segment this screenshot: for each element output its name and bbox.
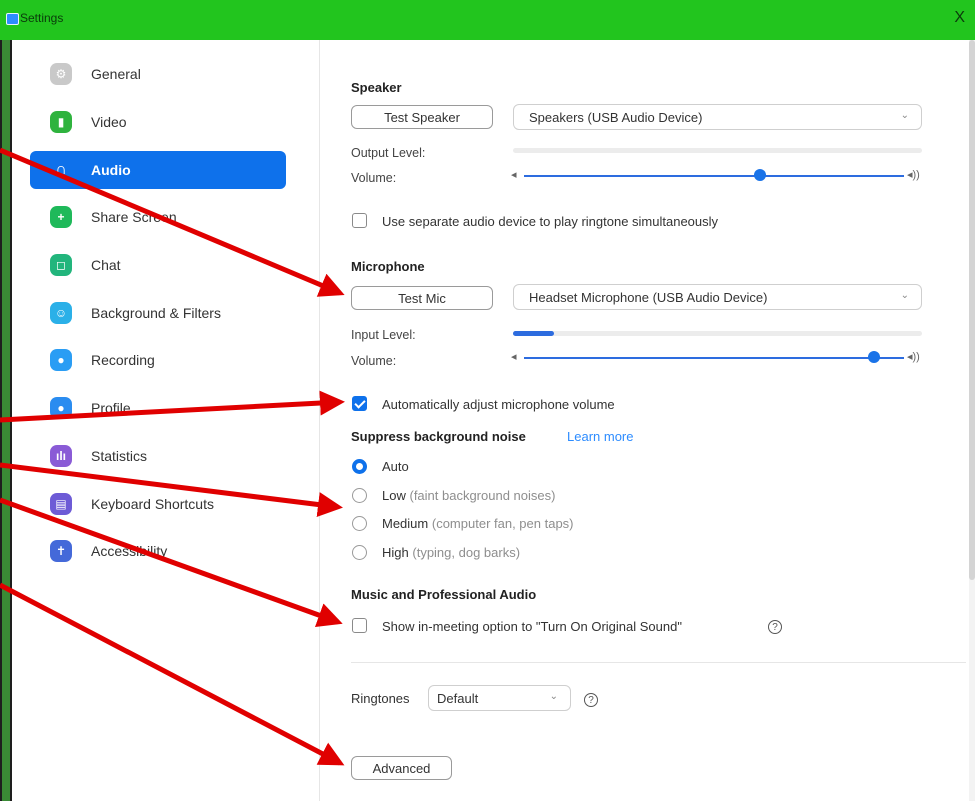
sidebar-item-label: Accessibility <box>91 543 168 559</box>
help-icon[interactable]: ? <box>768 620 782 634</box>
noise-option-hint: (faint background noises) <box>409 488 556 503</box>
record-icon: ● <box>50 349 72 371</box>
sidebar-item-accessibility[interactable]: ✝ Accessibility <box>30 532 286 570</box>
noise-option-auto-label: Auto <box>382 459 409 474</box>
help-icon[interactable]: ? <box>584 693 598 707</box>
volume-high-icon: ◂)) <box>907 169 920 181</box>
accessibility-icon: ✝ <box>50 540 72 562</box>
sidebar-item-keyboard-shortcuts[interactable]: ▤ Keyboard Shortcuts <box>30 485 286 523</box>
noise-option-high-radio[interactable] <box>352 545 367 560</box>
music-section-title: Music and Professional Audio <box>351 587 537 602</box>
speaker-section-title: Speaker <box>351 80 402 95</box>
speaker-device-select[interactable]: Speakers (USB Audio Device) ⌄ <box>513 104 922 130</box>
window-frame-edge <box>2 40 10 801</box>
test-mic-button[interactable]: Test Mic <box>351 286 493 310</box>
noise-suppression-title: Suppress background noise <box>351 429 526 444</box>
sidebar-item-label: Background & Filters <box>91 305 221 321</box>
background-icon: ☺ <box>50 302 72 324</box>
chevron-down-icon: ⌄ <box>900 110 909 121</box>
original-sound-label: Show in-meeting option to "Turn On Origi… <box>382 619 682 634</box>
ringtones-label: Ringtones <box>351 691 410 706</box>
sidebar-item-share-screen[interactable]: + Share Screen <box>30 198 286 236</box>
title-bar: Settings X <box>0 0 975 40</box>
speaker-volume-label: Volume: <box>351 171 397 185</box>
microphone-device-value: Headset Microphone (USB Audio Device) <box>529 289 768 305</box>
sidebar-item-chat[interactable]: ◻ Chat <box>30 246 286 284</box>
keyboard-icon: ▤ <box>50 493 72 515</box>
learn-more-link[interactable]: Learn more <box>567 429 633 444</box>
sidebar-item-label: Chat <box>91 257 121 273</box>
noise-option-hint: (typing, dog barks) <box>412 545 521 560</box>
video-camera-icon: ▮ <box>50 111 72 133</box>
app-icon <box>6 13 19 25</box>
volume-high-icon: ◂)) <box>907 351 920 363</box>
advanced-button[interactable]: Advanced <box>351 756 452 780</box>
sidebar-divider <box>319 40 320 801</box>
noise-option-name: High <box>382 545 409 560</box>
original-sound-checkbox[interactable] <box>352 618 367 633</box>
sidebar-item-video[interactable]: ▮ Video <box>30 103 286 141</box>
speaker-volume-thumb[interactable] <box>753 169 766 181</box>
statistics-icon: ılı <box>50 445 72 467</box>
sidebar-item-label: Keyboard Shortcuts <box>91 496 214 512</box>
microphone-device-select[interactable]: Headset Microphone (USB Audio Device) ⌄ <box>513 284 922 310</box>
noise-option-name: Low <box>382 488 406 503</box>
output-level-label: Output Level: <box>351 146 426 160</box>
noise-option-auto-radio[interactable] <box>352 459 367 474</box>
test-speaker-button[interactable]: Test Speaker <box>351 105 493 129</box>
noise-option-high-label: High (typing, dog barks) <box>382 545 520 560</box>
microphone-section-title: Microphone <box>351 259 425 274</box>
share-screen-icon: + <box>50 206 72 228</box>
settings-sidebar: ⚙ General ▮ Video ∩ Audio + Share Screen… <box>14 40 319 801</box>
noise-option-name: Medium <box>382 516 429 531</box>
sidebar-item-audio[interactable]: ∩ Audio <box>30 151 286 189</box>
sidebar-item-general[interactable]: ⚙ General <box>30 55 286 93</box>
chevron-down-icon: ⌄ <box>549 691 558 702</box>
output-level-meter <box>513 148 922 153</box>
volume-low-icon: ◂ <box>511 351 517 363</box>
ringtones-select[interactable]: Default ⌄ <box>428 685 571 711</box>
sidebar-item-label: Profile <box>91 400 131 416</box>
input-level-meter <box>513 331 922 336</box>
headphones-icon: ∩ <box>55 161 67 178</box>
ringtone-separate-device-checkbox[interactable] <box>352 213 367 228</box>
ringtones-value: Default <box>437 690 479 706</box>
window-title: Settings <box>20 11 64 25</box>
volume-low-icon: ◂ <box>511 169 517 181</box>
auto-adjust-mic-label: Automatically adjust microphone volume <box>382 397 615 412</box>
sidebar-item-label: Recording <box>91 352 155 368</box>
sidebar-item-label: Audio <box>91 162 131 178</box>
mic-volume-track[interactable] <box>524 357 904 359</box>
scrollbar-thumb[interactable] <box>969 40 975 580</box>
mic-volume-thumb[interactable] <box>867 351 880 363</box>
chevron-down-icon: ⌄ <box>900 290 909 301</box>
sidebar-item-label: Share Screen <box>91 209 177 225</box>
gear-icon: ⚙ <box>50 63 72 85</box>
auto-adjust-mic-checkbox[interactable] <box>352 396 367 411</box>
sidebar-item-recording[interactable]: ● Recording <box>30 341 286 379</box>
sidebar-item-profile[interactable]: ● Profile <box>30 389 286 427</box>
speaker-volume-track[interactable] <box>524 175 904 177</box>
input-level-fill <box>513 331 554 336</box>
input-level-label: Input Level: <box>351 328 416 342</box>
close-button[interactable]: X <box>954 9 965 27</box>
sidebar-item-background-filters[interactable]: ☺ Background & Filters <box>30 294 286 332</box>
noise-option-medium-radio[interactable] <box>352 516 367 531</box>
noise-option-name: Auto <box>382 459 409 474</box>
noise-option-medium-label: Medium (computer fan, pen taps) <box>382 516 574 531</box>
sidebar-item-label: General <box>91 66 141 82</box>
mic-volume-label: Volume: <box>351 354 397 368</box>
chat-bubble-icon: ◻ <box>50 254 72 276</box>
speaker-device-value: Speakers (USB Audio Device) <box>529 109 703 125</box>
sidebar-item-label: Statistics <box>91 448 148 464</box>
sidebar-item-label: Video <box>91 114 127 130</box>
sidebar-item-statistics[interactable]: ılı Statistics <box>30 437 286 475</box>
ringtone-separate-device-label: Use separate audio device to play ringto… <box>382 214 719 229</box>
noise-option-hint: (computer fan, pen taps) <box>431 516 574 531</box>
noise-option-low-radio[interactable] <box>352 488 367 503</box>
profile-icon: ● <box>50 397 72 419</box>
noise-option-low-label: Low (faint background noises) <box>382 488 555 503</box>
section-divider <box>351 662 966 663</box>
